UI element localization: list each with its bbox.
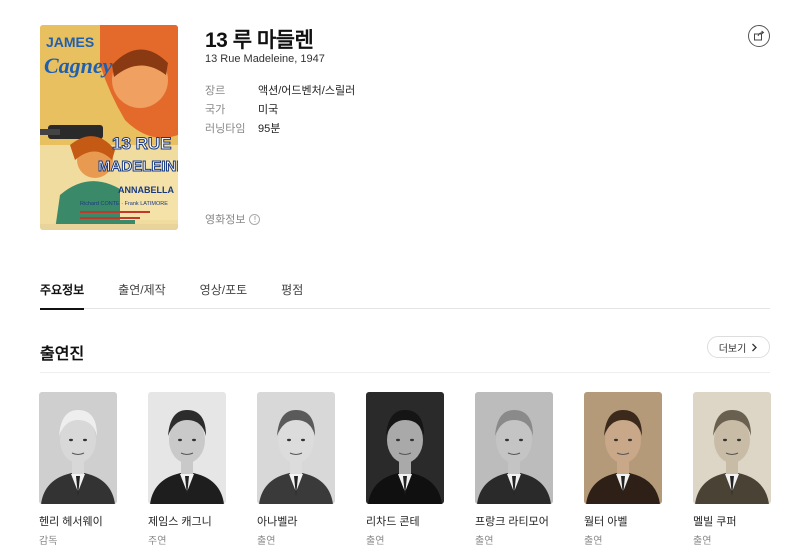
cast-role: 출연 [475, 536, 494, 547]
cast-member[interactable]: 아나벨라출연 [257, 392, 335, 547]
info-value: 95분 [258, 122, 281, 135]
movie-info-list: 장르 액션/어드벤처/스릴러 국가 미국 러닝타임 95분 [205, 80, 355, 137]
info-label: 장르 [205, 84, 226, 97]
cast-member[interactable]: 멜빌 쿠퍼출연 [693, 392, 771, 547]
cast-photo [39, 392, 117, 504]
chevron-right-icon [752, 343, 758, 351]
cast-role: 출연 [693, 536, 712, 547]
more-button[interactable]: 더보기 [707, 336, 770, 358]
poster-costars: Richard CONTE · Frank LATIMORE [80, 201, 168, 207]
cast-photo [584, 392, 662, 504]
share-button[interactable] [748, 25, 770, 47]
cast-name: 헨리 헤서웨이 [39, 516, 103, 528]
more-button-label: 더보기 [718, 343, 747, 355]
cast-name: 리차드 콘테 [366, 516, 420, 528]
cast-name: 월터 아벨 [584, 516, 628, 528]
cast-member[interactable]: 프랑크 라티모어출연 [475, 392, 553, 547]
movie-original-title: 13 Rue Madeleine, 1947 [205, 53, 325, 65]
poster-title-1: 13 RUE [112, 134, 172, 153]
tab-bar: 주요정보 출연/제작 영상/포토 평점 [40, 281, 770, 310]
tab-video-photo[interactable]: 영상/포토 [200, 281, 248, 309]
cast-section-title: 출연진 [40, 346, 85, 363]
cast-photo [148, 392, 226, 504]
cast-role: 감독 [39, 536, 58, 547]
cast-role: 주연 [148, 536, 167, 547]
movie-poster[interactable]: JAMES Cagney 13 RUE MADELEINE ANNABELLA … [40, 25, 178, 230]
share-icon [754, 30, 765, 41]
cast-photo [366, 392, 444, 504]
cast-member[interactable]: 월터 아벨출연 [584, 392, 662, 547]
info-row-genre: 장르 액션/어드벤처/스릴러 [205, 80, 355, 99]
info-value: 미국 [258, 103, 279, 116]
movie-header: JAMES Cagney 13 RUE MADELEINE ANNABELLA … [0, 0, 800, 250]
cast-member[interactable]: 리차드 콘테출연 [366, 392, 444, 547]
info-icon: ! [249, 213, 261, 225]
cast-name: 제임스 캐그니 [148, 516, 212, 528]
info-row-country: 국가 미국 [205, 99, 355, 118]
movie-info-link-label: 영화정보 [205, 214, 246, 226]
cast-role: 출연 [257, 536, 276, 547]
cast-role: 출연 [366, 536, 385, 547]
poster-title-2: MADELEINE [98, 158, 178, 175]
info-label: 러닝타임 [205, 122, 246, 135]
poster-artwork: JAMES Cagney 13 RUE MADELEINE ANNABELLA … [40, 25, 178, 230]
info-value: 액션/어드벤처/스릴러 [258, 84, 356, 97]
poster-costar: ANNABELLA [118, 185, 174, 195]
cast-photo [693, 392, 771, 504]
tab-main-info[interactable]: 주요정보 [40, 281, 85, 310]
section-divider [40, 372, 770, 373]
cast-role: 출연 [584, 536, 603, 547]
tab-ratings[interactable]: 평점 [281, 281, 303, 309]
info-label: 국가 [205, 103, 226, 116]
cast-member[interactable]: 헨리 헤서웨이감독 [39, 392, 117, 547]
poster-name-2: Cagney [44, 53, 113, 78]
cast-photo [475, 392, 553, 504]
info-row-runtime: 러닝타임 95분 [205, 118, 355, 137]
cast-name: 멜빌 쿠퍼 [693, 516, 737, 528]
cast-member[interactable]: 제임스 캐그니주연 [148, 392, 226, 547]
cast-name: 프랑크 라티모어 [475, 516, 549, 528]
poster-name-1: JAMES [46, 34, 94, 50]
cast-name: 아나벨라 [257, 516, 298, 528]
movie-info-link[interactable]: 영화정보 ! [205, 211, 261, 227]
cast-photo [257, 392, 335, 504]
tab-cast-crew[interactable]: 출연/제작 [118, 281, 166, 309]
movie-title: 13 루 마들렌 [205, 29, 314, 52]
